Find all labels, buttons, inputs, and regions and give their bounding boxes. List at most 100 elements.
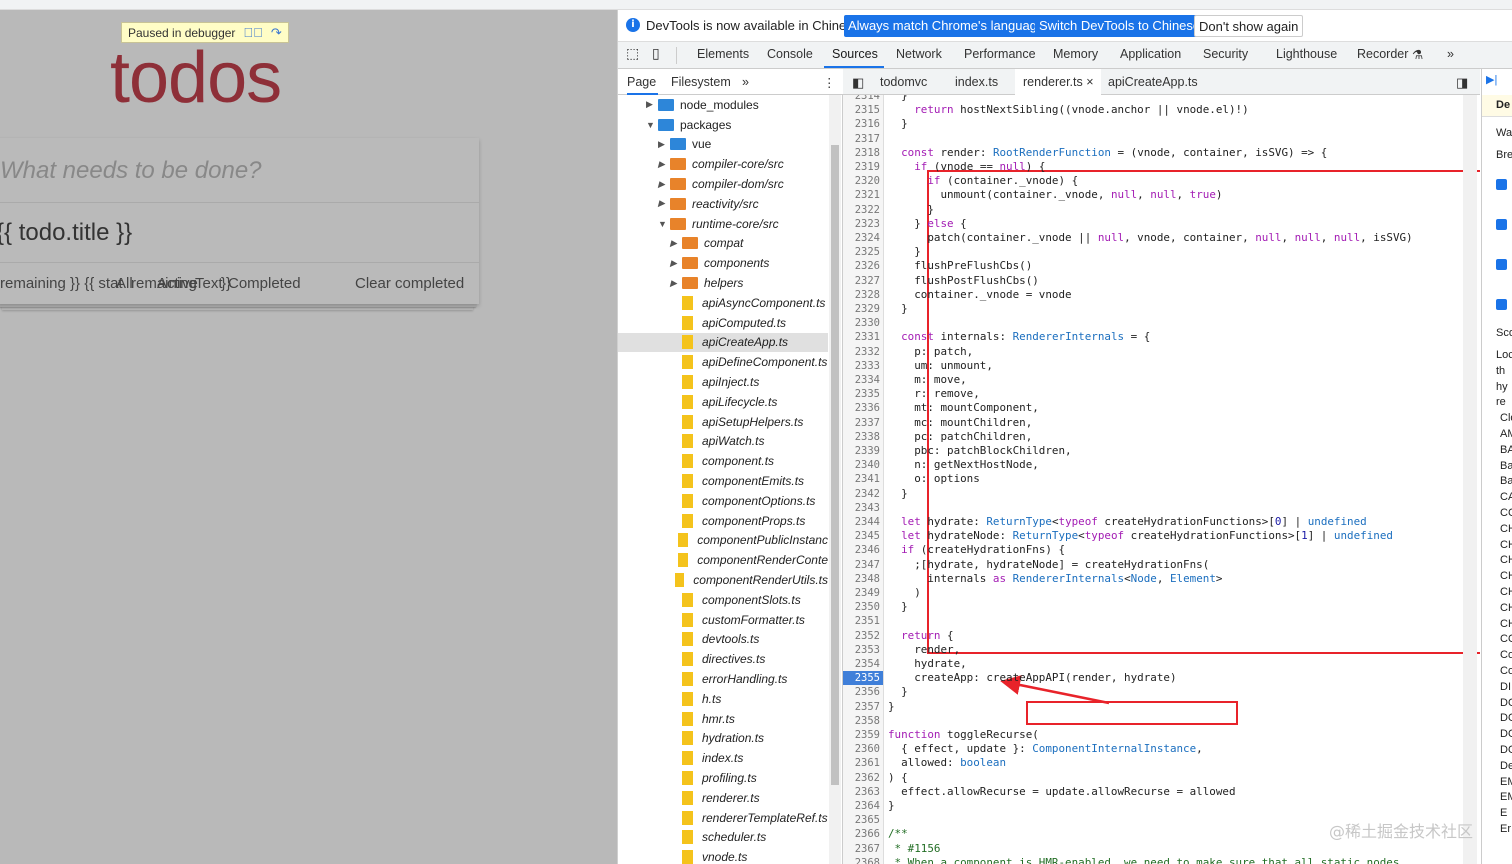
breakpoint-checkbox[interactable] [1496,219,1507,230]
todo-item[interactable]: {{ todo.title }} [0,203,479,263]
line-number[interactable]: 2331 [855,330,880,344]
folder-item[interactable]: ▶ vue [618,135,828,155]
line-number[interactable]: 2364 [855,799,880,813]
resume-script-icon[interactable]: ▶| [1486,73,1497,86]
tab-sources[interactable]: Sources [832,47,878,61]
navigator-scroll-thumb[interactable] [831,145,839,785]
line-number[interactable]: 2348 [855,572,880,586]
file-item[interactable]: componentProps.ts [618,511,828,531]
line-number[interactable]: 2339 [855,444,880,458]
line-number[interactable]: 2346 [855,543,880,557]
file-item[interactable]: renderer.ts [618,788,828,808]
line-number-gutter[interactable]: 2314 2315 2316 2317 2318 2319 2320 2321 2322 2323… [843,95,884,864]
file-item[interactable]: profiling.ts [618,768,828,788]
line-number[interactable]: 2334 [855,373,880,387]
line-number[interactable]: 2347 [855,558,880,572]
line-number[interactable]: 2327 [855,274,880,288]
file-item[interactable]: rendererTemplateRef.ts [618,808,828,828]
collapsed-arrow-icon[interactable]: ▶ [658,198,670,209]
file-item[interactable]: apiWatch.ts [618,432,828,452]
line-number[interactable]: 2332 [855,345,880,359]
device-toolbar-icon[interactable]: ▯ [652,45,660,62]
filter-active[interactable]: Active [157,275,198,292]
line-number[interactable]: 2325 [855,245,880,259]
toggle-navigator-icon[interactable]: ◧ [852,75,864,91]
tab-network[interactable]: Network [896,47,942,61]
more-tabs-icon[interactable]: » [1447,47,1454,61]
line-number[interactable]: 2359 [855,728,880,742]
line-number[interactable]: 2357 [855,700,880,714]
collapsed-arrow-icon[interactable]: ▶ [658,179,670,190]
collapsed-arrow-icon[interactable]: ▶ [658,159,670,170]
nav-more-icon[interactable]: » [742,75,749,89]
tab-console[interactable]: Console [767,47,813,61]
file-item[interactable]: customFormatter.ts [618,610,828,630]
line-number[interactable]: 2358 [855,714,880,728]
file-item[interactable]: componentEmits.ts [618,471,828,491]
breakpoint-checkbox[interactable] [1496,299,1507,310]
line-number[interactable]: 2338 [855,430,880,444]
tab-application[interactable]: Application [1120,47,1181,61]
dont-show-again-button[interactable]: Don't show again [1194,15,1304,37]
file-item[interactable]: componentRenderConte [618,550,828,570]
line-number[interactable]: 2343 [855,501,880,515]
file-item[interactable]: scheduler.ts [618,828,828,848]
line-number[interactable]: 2321 [855,188,880,202]
file-item[interactable]: hydration.ts [618,729,828,749]
file-item[interactable]: directives.ts [618,649,828,669]
tab-elements[interactable]: Elements [697,47,749,61]
clear-completed-button[interactable]: Clear completed [355,275,464,292]
line-number[interactable]: 2368 [855,856,880,864]
expanded-arrow-icon[interactable]: ▼ [646,120,658,130]
line-number[interactable]: 2363 [855,785,880,799]
collapsed-arrow-icon[interactable]: ▶ [670,258,682,269]
file-item[interactable]: apiComputed.ts [618,313,828,333]
folder-item[interactable]: ▶ compat [618,234,828,254]
line-number[interactable]: 2315 [855,103,880,117]
editor-tab-index[interactable]: index.ts [955,75,998,89]
collapsed-arrow-icon[interactable]: ▶ [646,99,658,110]
tab-lighthouse[interactable]: Lighthouse [1276,47,1337,61]
tab-memory[interactable]: Memory [1053,47,1098,61]
file-item[interactable]: componentRenderUtils.ts [618,570,828,590]
line-number[interactable]: 2319 [855,160,880,174]
line-number[interactable]: 2335 [855,387,880,401]
line-number[interactable]: 2350 [855,600,880,614]
file-item[interactable]: errorHandling.ts [618,669,828,689]
folder-item[interactable]: ▶ node_modules [618,95,828,115]
line-number[interactable]: 2354 [855,657,880,671]
folder-item[interactable]: ▶ compiler-core/src [618,154,828,174]
file-item[interactable]: apiLifecycle.ts [618,392,828,412]
folder-item[interactable]: ▶ components [618,253,828,273]
inspect-element-icon[interactable]: ⬚ [626,45,639,62]
code-area[interactable]: } return hostNextSibling((vnode.anchor |… [886,95,1480,864]
breakpoint-checkbox[interactable] [1496,259,1507,270]
line-number[interactable]: 2328 [855,288,880,302]
close-tab-icon[interactable]: × [1086,75,1093,89]
line-number[interactable]: 2356 [855,685,880,699]
tab-performance[interactable]: Performance [964,47,1036,61]
file-item[interactable]: apiDefineComponent.ts [618,352,828,372]
line-number[interactable]: 2330 [855,316,880,330]
expanded-arrow-icon[interactable]: ▼ [658,219,670,229]
line-number[interactable]: 2342 [855,487,880,501]
collapsed-arrow-icon[interactable]: ▶ [658,139,670,150]
line-number[interactable]: 2323 [855,217,880,231]
line-number[interactable]: 2314 [855,95,880,103]
file-item[interactable]: apiAsyncComponent.ts [618,293,828,313]
switch-to-chinese-button[interactable]: Switch DevTools to Chinese [1035,15,1205,37]
folder-item[interactable]: ▼ packages [618,115,828,135]
line-number[interactable]: 2344 [855,515,880,529]
line-number[interactable]: 2361 [855,756,880,770]
line-number[interactable]: 2352 [855,629,880,643]
file-item[interactable]: devtools.ts [618,630,828,650]
line-number[interactable]: 2324 [855,231,880,245]
file-item[interactable]: vnode.ts [618,847,828,864]
toggle-debugger-icon[interactable]: ◨ [1456,75,1468,91]
tab-recorder[interactable]: Recorder [1357,47,1408,61]
line-number[interactable]: 2318 [855,146,880,160]
breakpoint-checkbox[interactable] [1496,179,1507,190]
line-number[interactable]: 2317 [855,132,880,146]
line-number[interactable]: 2326 [855,259,880,273]
line-number[interactable]: 2366 [855,827,880,841]
